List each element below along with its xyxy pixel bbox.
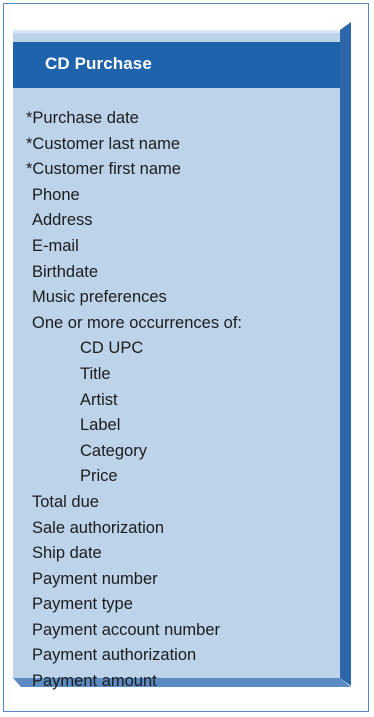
field-item: Payment authorization: [32, 646, 197, 665]
field-item: One or more occurrences of:: [32, 313, 243, 332]
card-shadow-right: [340, 22, 351, 686]
field-item: Phone: [32, 185, 80, 204]
field-item: Ship date: [32, 544, 102, 563]
field-item: Total due: [32, 492, 99, 511]
field-item: CD UPC: [80, 339, 144, 358]
field-item: Price: [80, 467, 118, 486]
field-item: Label: [80, 416, 121, 435]
field-item: Title: [80, 364, 111, 383]
field-item: Birthdate: [32, 262, 99, 281]
field-item: Payment type: [32, 595, 133, 614]
field-item: Address: [32, 211, 93, 230]
field-item: Music preferences: [32, 288, 167, 307]
field-item: *Customer last name: [26, 134, 181, 153]
field-item: *Customer first name: [26, 160, 181, 179]
field-item: E-mail: [32, 236, 79, 255]
field-item: Payment amount: [32, 672, 157, 691]
entity-title: CD Purchase: [45, 54, 152, 73]
field-item: Artist: [80, 390, 118, 409]
field-item: Sale authorization: [32, 518, 165, 537]
field-item: Category: [80, 441, 147, 460]
field-item: Payment number: [32, 569, 158, 588]
field-list: *Purchase date *Customer last name *Custom…: [26, 106, 242, 695]
field-item: *Purchase date: [26, 109, 139, 127]
entity-header: CD Purchase: [13, 42, 340, 88]
field-item: Payment account number: [32, 620, 221, 639]
